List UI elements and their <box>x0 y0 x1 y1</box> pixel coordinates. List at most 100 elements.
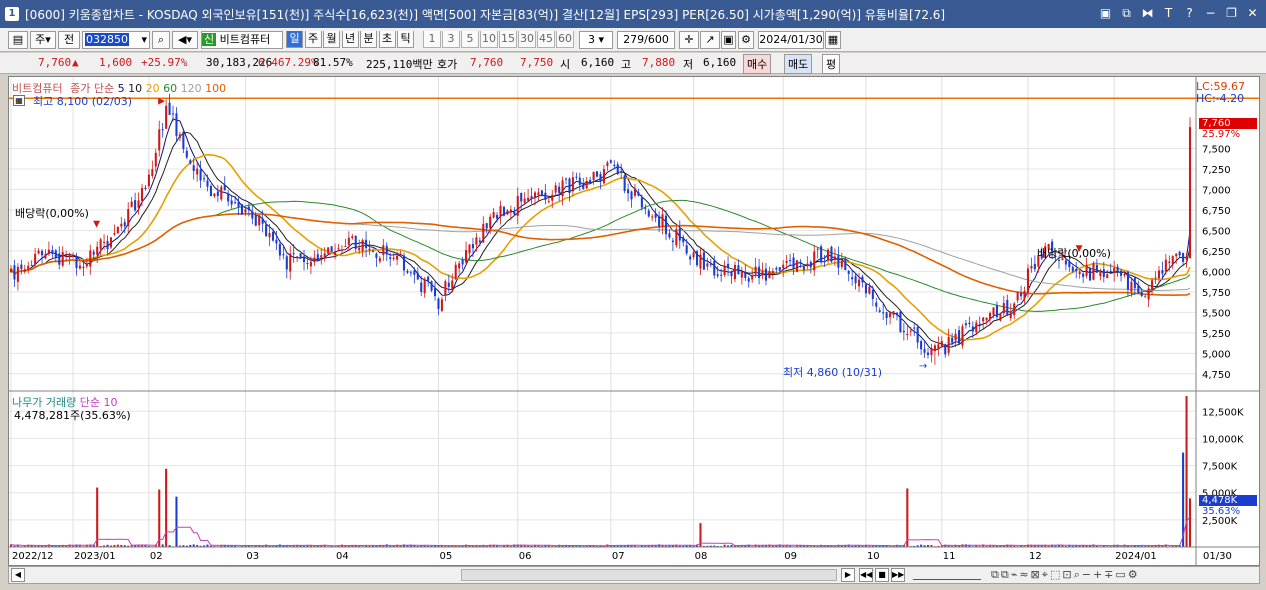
dropdown-icon[interactable]: ▾ <box>141 32 147 48</box>
chart-svg[interactable]: 4,750 5,000 5,250 5,500 5,750 6,000 6,250 6,500… <box>9 77 1259 565</box>
candle-body <box>485 223 488 229</box>
tools-icon[interactable]: ↗ <box>700 31 720 49</box>
tab-period-3[interactable]: 년 <box>341 31 359 48</box>
candle-body <box>702 252 705 270</box>
interval-45[interactable]: 45 <box>537 31 555 48</box>
link-icon[interactable]: ⧓ <box>1140 5 1155 21</box>
help-icon[interactable]: ? <box>1182 5 1197 21</box>
candle-body <box>471 244 474 249</box>
interval-3[interactable]: 3 <box>442 31 460 48</box>
average-button[interactable]: 평 <box>822 54 841 74</box>
candle-body <box>764 268 768 281</box>
save-icon[interactable]: ▣ <box>721 31 736 49</box>
stock-name-field[interactable]: 신 비트컴퓨터 <box>201 31 283 49</box>
candle-body <box>244 209 247 213</box>
forward-icon[interactable]: ▶▶ <box>891 568 905 582</box>
change: 1,600 <box>99 56 133 69</box>
tab-period-0[interactable]: 일 <box>286 31 303 48</box>
candle-body <box>585 180 588 189</box>
layout-icon[interactable]: ▤ <box>8 31 28 49</box>
crosshair-icon[interactable]: ✛ <box>679 31 699 49</box>
rewind-icon[interactable]: ◀◀ <box>859 568 873 582</box>
candle-body <box>1002 303 1005 314</box>
toolbar: ▤ 주▾ 전 032850 ▾ ⌕ ◀▾ 신 비트컴퓨터 일주월년분초틱 1351… <box>0 28 1266 52</box>
code-input[interactable]: 032850 ▾ <box>82 31 150 49</box>
y-tick-label: 5,250 <box>1202 329 1231 340</box>
candle-body <box>647 210 650 217</box>
candle-body <box>258 215 261 226</box>
candle-body <box>926 352 930 356</box>
chart-area[interactable]: 4,750 5,000 5,250 5,500 5,750 6,000 6,250 6,500… <box>8 76 1260 566</box>
candle-body <box>575 176 578 178</box>
tab-period-4[interactable]: 분 <box>360 31 377 48</box>
scroll-right-icon[interactable]: ▶ <box>841 568 855 582</box>
tab-period-6[interactable]: 틱 <box>397 31 414 48</box>
candle-body <box>165 105 168 129</box>
interval-60[interactable]: 60 <box>556 31 574 48</box>
candle-body <box>378 258 381 262</box>
volume-tick-label: 2,500K <box>1202 516 1238 527</box>
drawing-tools[interactable]: ⧉⧉⌁≈⊠⌖⬚⊡⌕−+∓▭⚙ <box>991 568 1140 582</box>
y-tick-label: 7,500 <box>1202 144 1231 155</box>
candle-body <box>968 322 971 324</box>
candle-body <box>89 250 92 267</box>
candle-body <box>564 178 568 180</box>
tab-period-5[interactable]: 초 <box>378 31 396 48</box>
low-label: 최저 4,860 (10/31) <box>783 366 883 379</box>
dividend-label-2: 배당락(0,00%) <box>1037 247 1111 260</box>
candle-body <box>158 129 161 151</box>
code-value: 032850 <box>85 33 129 46</box>
candle-body <box>568 178 571 194</box>
candle-body <box>892 311 895 315</box>
candle-body <box>206 180 209 187</box>
grid-toggle-icon[interactable]: ▦ <box>13 95 25 106</box>
candle-body <box>492 212 495 218</box>
candle-body <box>589 179 592 183</box>
candle-body <box>406 270 409 273</box>
x-tick-label: 05 <box>439 551 452 562</box>
candle-body <box>833 256 836 259</box>
count-field[interactable]: 279/600 <box>617 31 675 49</box>
candle-body <box>278 244 281 256</box>
settings-icon[interactable]: ⚙ <box>738 31 754 49</box>
candle-body <box>768 271 771 279</box>
close-icon[interactable]: ✕ <box>1245 5 1260 21</box>
interval-15[interactable]: 15 <box>499 31 517 48</box>
candle-body <box>537 192 540 196</box>
zoom-slider[interactable] <box>913 570 981 580</box>
candle-body <box>813 251 816 271</box>
font-icon[interactable]: T <box>1161 5 1176 21</box>
candle-body <box>809 262 812 268</box>
candle-body <box>909 330 912 332</box>
period-type-select[interactable]: 주▾ <box>30 31 56 49</box>
window-number: 1 <box>5 7 19 21</box>
date-field[interactable]: 2024/01/30 <box>758 31 824 49</box>
interval-select[interactable]: 3 ▾ <box>579 31 613 49</box>
interval-5[interactable]: 5 <box>461 31 479 48</box>
candle-body <box>299 253 302 258</box>
candle-body <box>744 272 747 278</box>
search-icon[interactable]: ⌕ <box>152 31 170 49</box>
candle-body <box>1085 264 1088 276</box>
prev-button[interactable]: 전 <box>58 31 80 49</box>
buy-button[interactable]: 매수 <box>743 54 772 74</box>
candle-body <box>402 255 406 271</box>
calendar-icon[interactable]: ▦ <box>825 31 841 49</box>
speaker-icon[interactable]: ◀▾ <box>172 31 198 49</box>
ma-line-60 <box>10 199 1191 312</box>
sell-button[interactable]: 매도 <box>784 54 813 74</box>
minimize-icon[interactable]: − <box>1203 5 1218 21</box>
scroll-thumb[interactable] <box>461 569 837 581</box>
restore-icon[interactable]: ❐ <box>1224 5 1239 21</box>
copy-icon[interactable]: ⧉ <box>1119 5 1134 21</box>
stop-icon[interactable]: ■ <box>875 568 889 582</box>
scroll-left-icon[interactable]: ◀ <box>11 568 25 582</box>
interval-1[interactable]: 1 <box>423 31 441 48</box>
tab-period-2[interactable]: 월 <box>323 31 340 48</box>
candle-body <box>730 271 733 277</box>
candle-body <box>185 150 188 158</box>
tab-period-1[interactable]: 주 <box>304 31 322 48</box>
interval-30[interactable]: 30 <box>518 31 536 48</box>
interval-10[interactable]: 10 <box>480 31 498 48</box>
tile-icon[interactable]: ▣ <box>1098 5 1113 21</box>
